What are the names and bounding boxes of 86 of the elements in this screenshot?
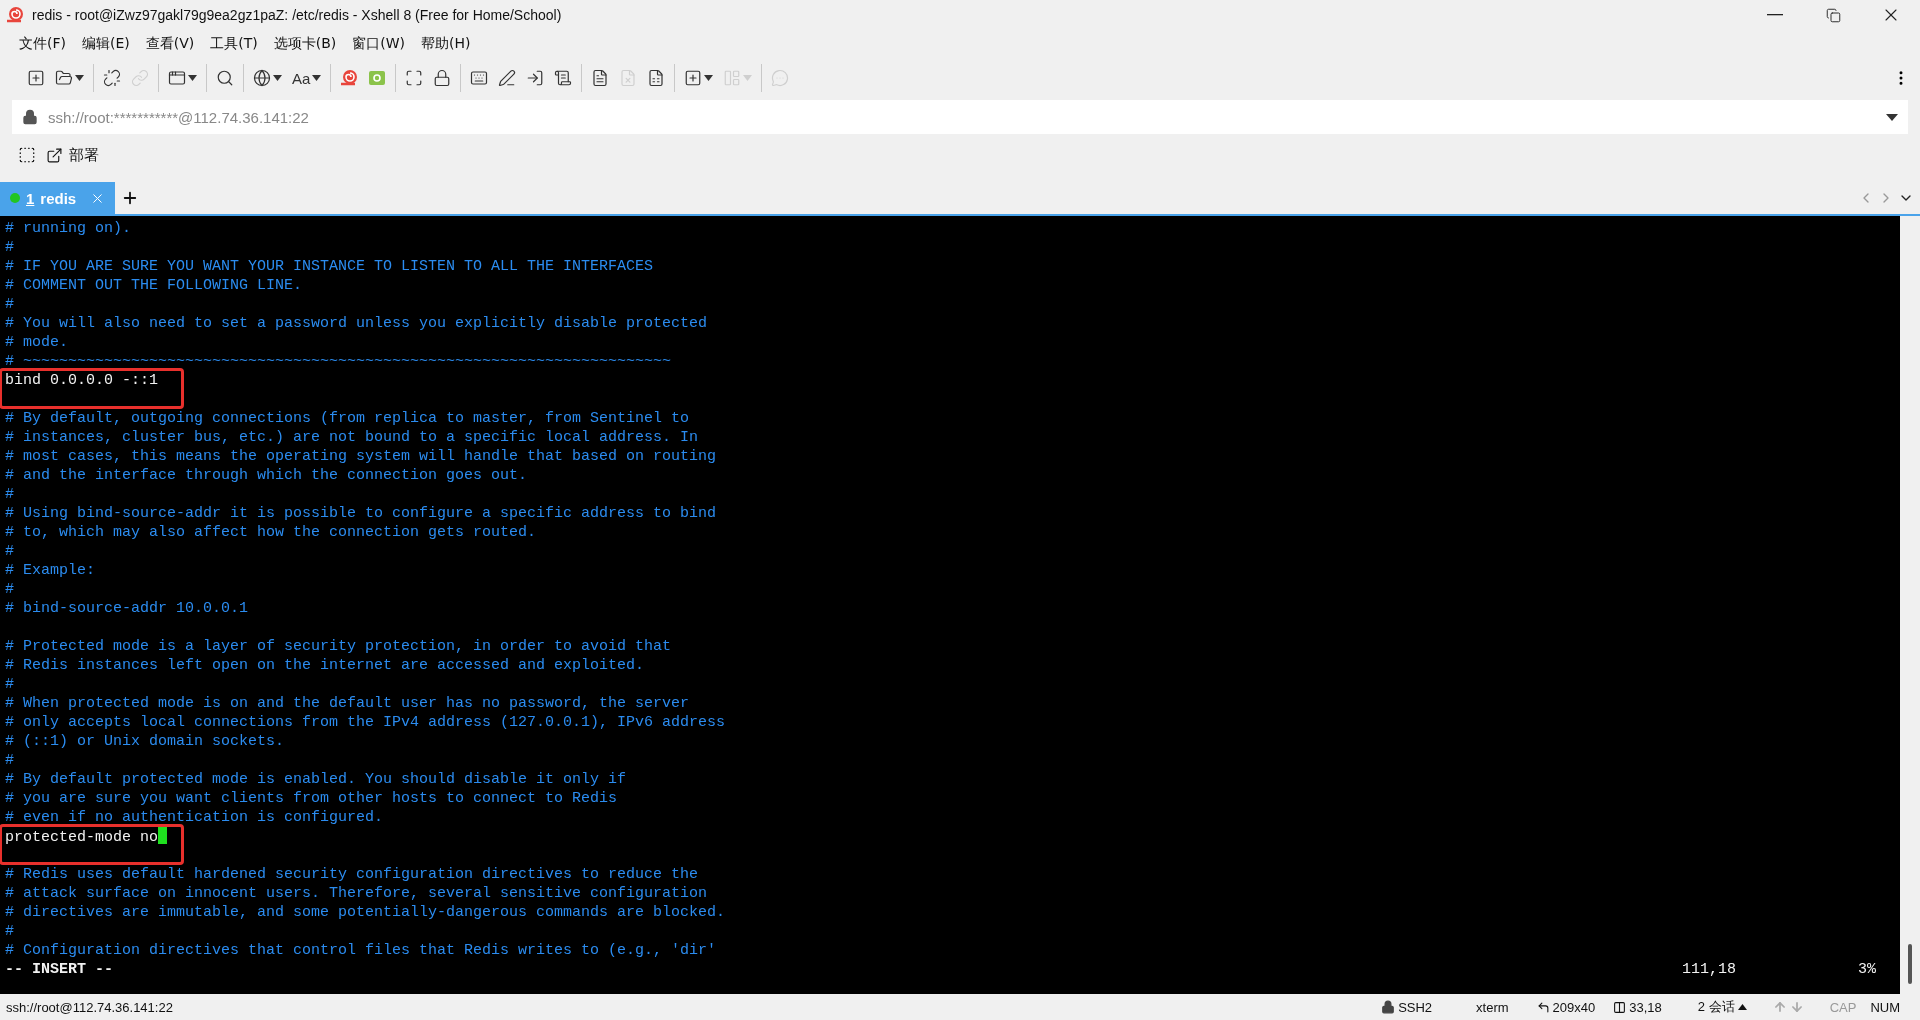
menu-item[interactable]: 查看(V) [138,32,202,56]
menu-item[interactable]: 工具(T) [203,32,265,56]
link-icon [131,69,149,87]
terminal-line: # only accepts local connections from the IPv4 address (127.0.0.1), IPv6 address [5,713,727,732]
caret-icon[interactable] [1737,1004,1747,1010]
key-indicator: CAP [1829,999,1857,1015]
plus-icon [121,189,139,207]
terminal-line: # [5,675,15,694]
pen-icon [498,69,517,87]
terminal-line: # [5,485,15,504]
terminal-line: # even if no authentication is configured. [5,808,385,827]
terminal-line: # Configuration directives that control files that Redis writes to (e.g., 'dir' [5,941,718,960]
terminal-line: # Protected mode is a layer of security protection, in order to avoid that [5,637,673,656]
terminal-line: # By default, outgoing connections (from replica to master, from Sentinel to [5,409,691,428]
menu-item[interactable]: 文件(F) [12,32,73,56]
terminal-line: # By default protected mode is enabled. You should disable it only if [5,770,628,789]
lock-icon [433,69,452,87]
dropdown-caret-icon[interactable] [1886,114,1898,121]
terminal-line: # Using bind-source-addr it is possible to configure a specific address to bind [5,504,718,523]
cursor-position: 33,18 [1629,999,1662,1015]
keyboard-icon [470,69,489,87]
folder-transfer-icon [368,69,387,87]
terminal-line: # [5,238,15,257]
document-list-icon [647,69,666,87]
login-icon [526,69,545,87]
terminal-line: # [5,580,15,599]
external-link-icon [46,146,63,164]
terminal-line: # ~~~~~~~~~~~~~~~~~~~~~~~~~~~~~~~~~~~~~~~~~~~~~~~~~~~~~~~~~~~~~~~~~~~~~~~~ [5,352,673,371]
terminal-line: # (::1) or Unix domain sockets. [5,732,286,751]
layout-icon [723,69,742,87]
menu-item[interactable]: 编辑(E) [75,32,137,56]
terminal-line: # to, which may also affect how the connection gets routed. [5,523,538,542]
terminal-size: 209x40 [1552,999,1596,1015]
terminal-line: # attack surface on innocent users. Therefore, several sensitive configuration [5,884,709,903]
deploy-button[interactable]: 部署 [46,145,99,165]
terminal-line: # you are sure you want clients from other hosts to connect to Redis [5,789,619,808]
terminal-line: # You will also need to set a password unless you explicitly disable protected [5,314,709,333]
minimize-icon [1767,14,1783,16]
terminal-line: # [5,295,15,314]
terminal-line: # mode. [5,333,69,352]
terminal-line: # Redis uses default hardened security configuration directives to reduce the [5,865,700,884]
connection-address: ssh://root@112.74.36.141:22 [6,999,174,1015]
terminal-line: # COMMENT OUT THE FOLLOWING LINE. [5,276,304,295]
terminal-line: # Example: [5,561,96,580]
lock-icon [22,109,38,125]
unlink-icon [103,69,121,87]
terminal-line: # instances, cluster bus, etc.) are not bound to a specific local address. In [5,428,700,447]
terminal-type: xterm [1476,999,1509,1015]
session-count[interactable]: 2 会话 [1697,998,1735,1016]
terminal-line: # IF YOU ARE SURE YOU WANT YOUR INSTANCE TO LISTEN TO ALL THE INTERFACES [5,257,655,276]
terminal-line: # [5,751,15,770]
menu-item[interactable]: 选项卡(B) [266,32,344,56]
lock-icon [1381,1000,1396,1014]
terminal-line: # [5,542,15,561]
terminal-line: # [5,922,15,941]
terminal-line: bind 0.0.0.0 -::1 [5,371,159,390]
folder-icon [55,69,73,87]
restore-icon [1825,7,1841,23]
terminal-line: # bind-source-addr 10.0.0.1 [5,599,250,618]
terminal-line: # When protected mode is on and the default user has no password, the server [5,694,691,713]
plus-square-icon [684,69,703,87]
terminal-line: # and the interface through which the connection goes out. [5,466,529,485]
scroll-percent: 3% [1857,960,1876,979]
snail-logo-icon [340,69,359,87]
window-title: redis - root@iZwz97gakl79g9ea2gz1paZ: /etc/redis - Xshell 8 (Free for Home/School) [32,7,563,23]
menu-item[interactable]: 窗口(W) [345,32,413,56]
terminal-line: # most cases, this means the operating system will handle that based on routing [5,447,718,466]
key-indicator: NUM [1870,999,1900,1015]
chat-icon [771,69,790,87]
globe-icon [253,69,271,87]
search-icon [216,69,234,87]
scroll-thumb[interactable] [1908,944,1912,984]
menu-item[interactable]: 帮助(H) [414,32,478,56]
fullscreen-icon [405,69,424,87]
terminal-line: protected-mode no [5,827,168,847]
address-field[interactable]: ssh://root:***********@112.74.36.141:22 [12,100,1908,134]
script-icon [554,69,573,87]
document-icon [619,69,638,87]
protocol: SSH2 [1398,999,1433,1015]
cursor-position: 111,18 [1682,960,1736,979]
toolbar-button[interactable]: Aa [289,64,325,92]
vim-mode: -- INSERT -- [5,960,115,979]
terminal-line: # Redis instances left open on the internet are accessed and exploited. [5,656,646,675]
terminal-line: # directives are immutable, and some potentially-dangerous commands are blocked. [5,903,727,922]
terminal-line: # running on). [5,219,133,238]
app-logo-icon [6,6,24,24]
